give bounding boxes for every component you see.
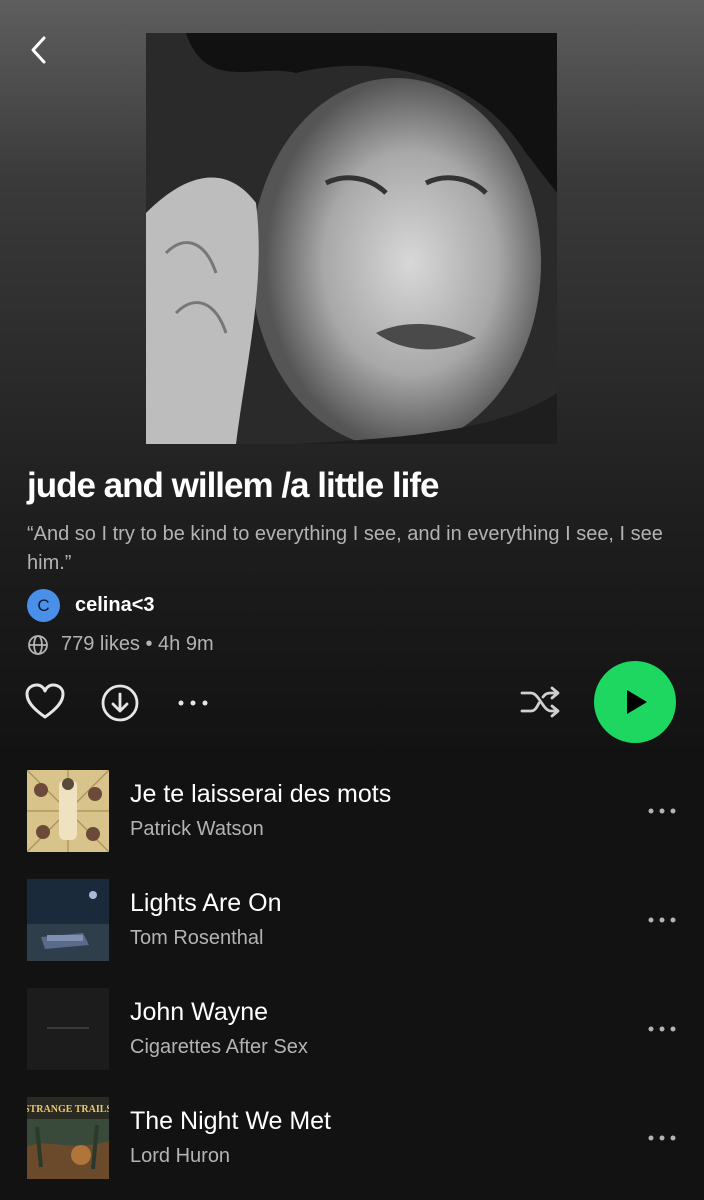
track-title: John Wayne bbox=[130, 998, 269, 1026]
track-artwork bbox=[27, 770, 109, 852]
artwork-text: STRANGE TRAILS bbox=[27, 1104, 109, 1115]
track-row[interactable]: STRANGE TRAILS The Night We Met Lord Hur… bbox=[27, 1097, 687, 1179]
more-icon bbox=[648, 1135, 676, 1141]
playlist-cover bbox=[146, 33, 557, 444]
shuffle-icon bbox=[520, 686, 560, 718]
track-artist: Patrick Watson bbox=[130, 818, 264, 840]
shuffle-button[interactable] bbox=[519, 684, 563, 725]
track-row[interactable]: Je te laisserai des mots Patrick Watson bbox=[27, 770, 687, 852]
track-artist: Tom Rosenthal bbox=[130, 927, 264, 949]
download-button[interactable] bbox=[100, 683, 140, 728]
track-more-button[interactable] bbox=[645, 1127, 681, 1149]
more-icon bbox=[178, 700, 208, 706]
more-icon bbox=[648, 917, 676, 923]
back-button[interactable] bbox=[22, 30, 58, 70]
track-title: Je te laisserai des mots bbox=[130, 780, 392, 808]
track-artist: Lord Huron bbox=[130, 1145, 231, 1167]
track-artist: Cigarettes After Sex bbox=[130, 1036, 308, 1058]
play-icon bbox=[627, 690, 647, 714]
track-more-button[interactable] bbox=[645, 800, 681, 822]
track-row[interactable]: Lights Are On Tom Rosenthal bbox=[27, 879, 687, 961]
like-button[interactable] bbox=[24, 682, 66, 727]
more-options-button[interactable] bbox=[174, 692, 214, 719]
playlist-owner[interactable]: C celina<3 bbox=[27, 589, 155, 622]
track-artwork bbox=[27, 988, 109, 1070]
track-artwork: STRANGE TRAILS bbox=[27, 1097, 109, 1179]
track-title: The Night We Met bbox=[130, 1107, 332, 1135]
track-more-button[interactable] bbox=[645, 909, 681, 931]
playlist-description: “And so I try to be kind to everything I… bbox=[27, 523, 663, 574]
heart-icon bbox=[25, 683, 65, 719]
playlist-title: jude and willem /a little life bbox=[27, 466, 439, 505]
globe-icon bbox=[28, 634, 48, 655]
track-more-button[interactable] bbox=[645, 1018, 681, 1040]
more-icon bbox=[648, 1026, 676, 1032]
download-icon bbox=[101, 684, 139, 722]
avatar: C bbox=[27, 589, 60, 622]
track-row[interactable]: John Wayne Cigarettes After Sex bbox=[27, 988, 687, 1070]
more-icon bbox=[648, 808, 676, 814]
cover-photo bbox=[146, 33, 557, 444]
owner-name: celina<3 bbox=[75, 594, 155, 616]
track-title: Lights Are On bbox=[130, 889, 282, 917]
back-arrow-icon bbox=[31, 36, 46, 64]
playlist-meta: 779 likes • 4h 9m bbox=[27, 633, 214, 656]
likes-duration: 779 likes • 4h 9m bbox=[61, 633, 214, 655]
track-artwork bbox=[27, 879, 109, 961]
play-button[interactable] bbox=[594, 661, 676, 743]
